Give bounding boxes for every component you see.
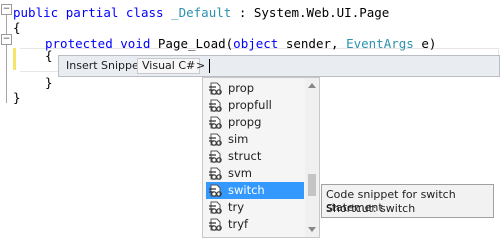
keyword: public [13,5,59,20]
outline-line [6,15,7,103]
list-item-label: tryf [228,217,249,231]
snippet-tooltip: Code snippet for switch statement Shortc… [321,184,494,218]
list-item[interactable]: propg [206,114,304,131]
list-item-selected[interactable]: switch [206,182,304,199]
keyword: partial [65,5,119,20]
list-item-label: propg [228,115,262,129]
code-line-6[interactable]: } [13,90,21,105]
insert-snippet-label: Insert Snippet: [66,59,147,72]
snippet-icon [209,167,222,180]
collapse-class-icon[interactable]: − [1,4,12,15]
list-item[interactable]: propfull [206,97,304,114]
snippet-icon [209,184,222,197]
list-item-label: switch [228,183,265,197]
keyword: protected [45,36,113,51]
collapse-method-icon[interactable]: − [1,34,12,45]
list-item-label: prop [228,81,255,95]
list-scrollbar[interactable] [305,78,319,237]
snippet-category-visual-csharp[interactable]: Visual C# [137,58,201,74]
base-class: : System.Web.UI.Page [231,5,390,20]
changed-line-marker [13,48,16,70]
parameter: sender, [278,36,347,51]
list-item-label: struct [228,149,262,163]
snippet-icon [209,150,222,163]
snippet-icon [209,82,222,95]
list-item-label: try [228,200,245,214]
code-line-4[interactable]: { [45,48,53,63]
tooltip-shortcut: Shortcut: switch [326,202,416,215]
code-line-3[interactable]: protected void Page_Load(object sender, … [45,36,436,51]
snippet-icon [209,99,222,112]
snippet-icon [209,116,222,129]
list-item[interactable]: prop [206,80,304,97]
code-line-5[interactable]: } [45,75,53,90]
list-item[interactable]: svm [206,165,304,182]
scroll-thumb[interactable] [308,174,316,196]
keyword: class [125,5,164,20]
snippet-list[interactable]: prop propfull propg sim struct svm switc… [202,77,320,238]
scroll-up-arrow-icon[interactable] [308,83,316,88]
text-caret [209,59,210,73]
code-line-2[interactable]: { [13,20,21,35]
scroll-down-arrow-icon[interactable] [308,227,316,232]
list-item[interactable]: sim [206,131,304,148]
snippet-icon [209,133,222,146]
snippet-icon [209,201,222,214]
class-name: _Default [171,5,232,20]
parameter: e) [413,36,437,51]
type-name: EventArgs [346,36,414,51]
list-item[interactable]: tryf [206,216,304,233]
list-item-label: svm [228,166,252,180]
list-item[interactable]: struct [206,148,304,165]
list-item-label: sim [228,132,249,146]
insert-snippet-bar[interactable]: Insert Snippet: Visual C# > [58,55,500,77]
keyword: void [120,36,151,51]
list-item[interactable]: try [206,199,304,216]
snippet-icon [209,218,222,231]
breadcrumb-separator: > [196,59,206,72]
keyword: object [233,36,279,51]
method-name: Page_Load( [150,36,234,51]
code-line-1[interactable]: public partial class _Default : System.W… [13,5,389,20]
list-item-label: propfull [228,98,272,112]
